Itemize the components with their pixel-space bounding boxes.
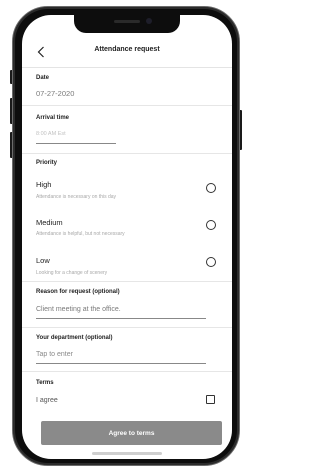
- divider: [22, 105, 232, 106]
- priority-high-radio[interactable]: [206, 183, 216, 193]
- home-indicator: [92, 452, 162, 455]
- priority-option-high-title[interactable]: High: [36, 180, 51, 189]
- department-input[interactable]: Tap to enter: [36, 351, 73, 358]
- priority-option-medium-title[interactable]: Medium: [36, 218, 63, 227]
- divider: [22, 153, 232, 154]
- agree-to-terms-button[interactable]: Agree to terms: [41, 421, 222, 445]
- nav-bar: Attendance request: [22, 37, 232, 68]
- priority-option-high-description: Attendance is necessary on this day: [36, 194, 117, 200]
- speaker-grille: [114, 20, 140, 23]
- phone-screen: Attendance request Date 07-27-2020 Arriv…: [22, 15, 232, 459]
- priority-option-low-description: Looking for a change of scenery: [36, 270, 108, 276]
- priority-option-low-title[interactable]: Low: [36, 256, 50, 265]
- stage: Attendance request Date 07-27-2020 Arriv…: [0, 0, 249, 468]
- front-camera: [146, 18, 152, 24]
- phone-frame: Attendance request Date 07-27-2020 Arriv…: [12, 6, 240, 466]
- divider: [22, 327, 232, 328]
- department-label: Your department (optional): [36, 335, 113, 341]
- date-value[interactable]: 07-27-2020: [36, 89, 74, 98]
- arrival-time-label: Arrival time: [36, 115, 70, 121]
- terms-label: Terms: [36, 380, 54, 386]
- arrival-time-input[interactable]: 8:00 AM Est: [36, 131, 66, 137]
- priority-option-medium-description: Attendance is helpful, but not necessary: [36, 231, 125, 237]
- terms-checkbox[interactable]: [206, 395, 215, 404]
- priority-low-radio[interactable]: [206, 257, 216, 267]
- priority-label: Priority: [36, 160, 58, 166]
- terms-agree-text[interactable]: I agree: [36, 397, 58, 404]
- page-title: Attendance request: [94, 46, 160, 53]
- divider: [22, 281, 232, 282]
- date-label: Date: [36, 75, 50, 81]
- divider: [22, 371, 232, 372]
- department-underline: [36, 363, 206, 364]
- reason-input[interactable]: Client meeting at the office.: [36, 306, 121, 313]
- arrival-time-underline: [36, 143, 116, 144]
- reason-label: Reason for request (optional): [36, 289, 120, 295]
- phone-notch: [74, 15, 180, 33]
- priority-medium-radio[interactable]: [206, 220, 216, 230]
- reason-underline: [36, 318, 206, 319]
